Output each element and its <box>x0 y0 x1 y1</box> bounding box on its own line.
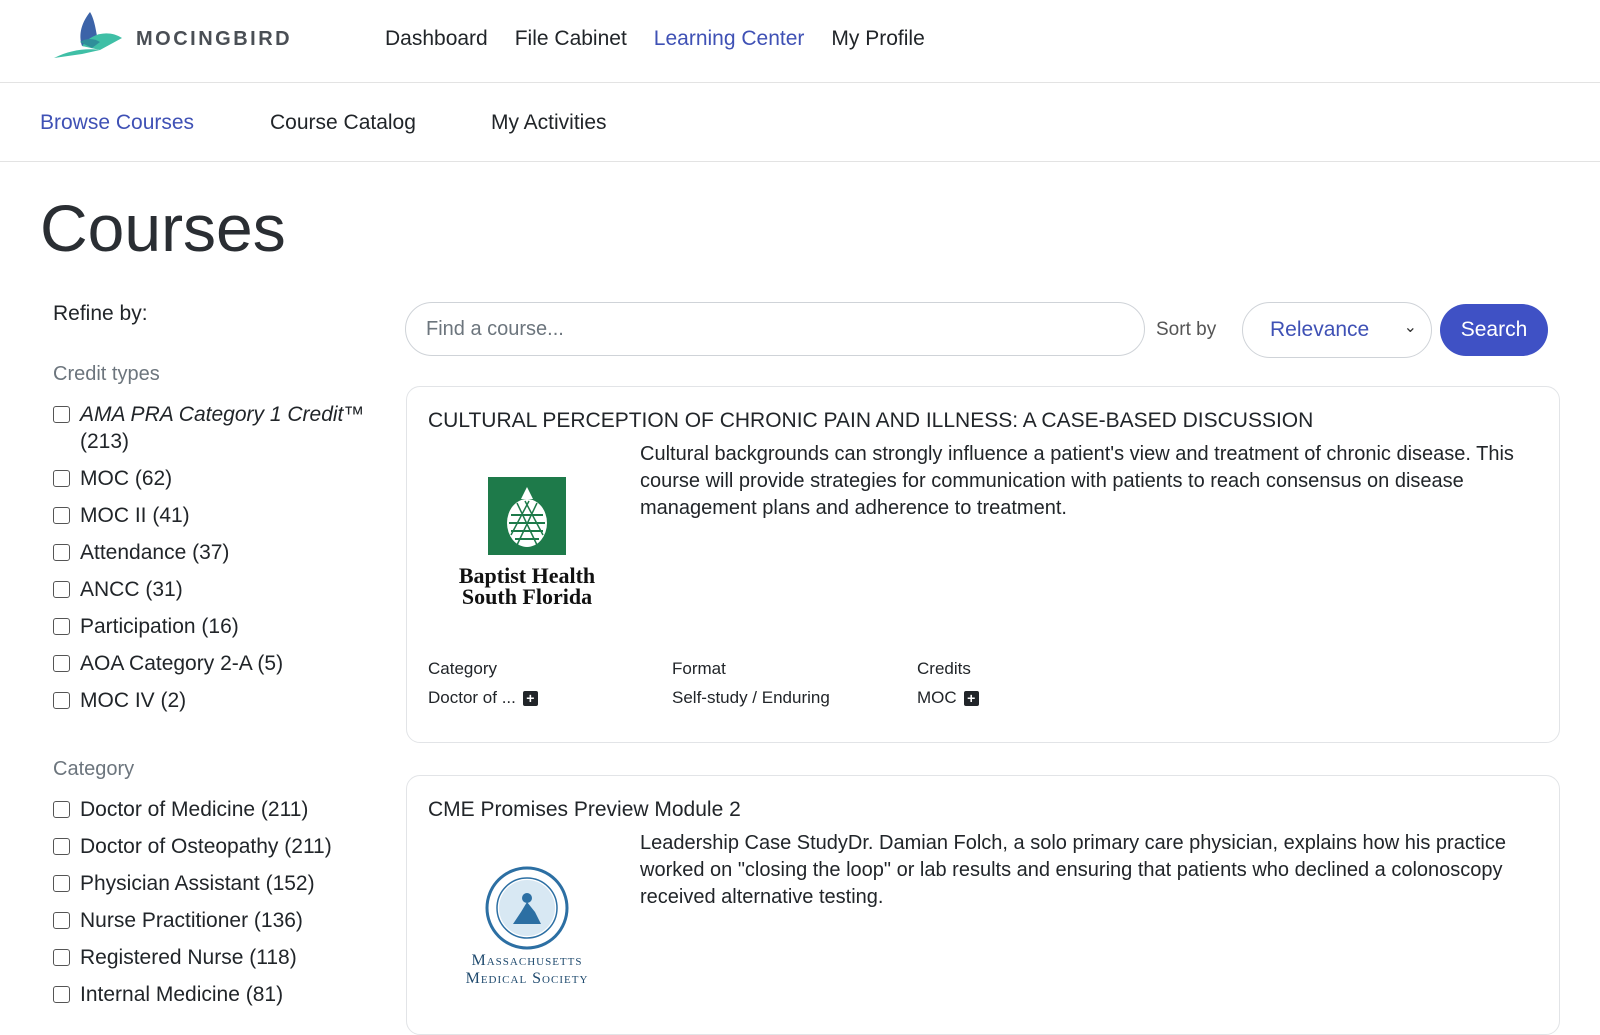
massachusetts-medical-society-logo: Massachusetts Medical Society <box>437 864 617 1014</box>
filter-label: Registered Nurse (118) <box>80 946 297 969</box>
category-value: Doctor of ... <box>428 688 516 707</box>
checkbox[interactable] <box>53 986 70 1003</box>
baptist-health-logo: Baptist Health South Florida <box>437 477 617 627</box>
filter-doctor-of-medicine[interactable]: Doctor of Medicine (211) <box>53 796 383 823</box>
filter-label: Physician Assistant (152) <box>80 872 315 895</box>
course-title[interactable]: CME Promises Preview Module 2 <box>428 798 741 822</box>
checkbox[interactable] <box>53 655 70 672</box>
checkbox[interactable] <box>53 949 70 966</box>
meta-label: Category <box>428 659 497 678</box>
filter-ancc[interactable]: ANCC (31) <box>53 576 383 603</box>
checkbox[interactable] <box>53 544 70 561</box>
checkbox[interactable] <box>53 801 70 818</box>
checkbox[interactable] <box>53 507 70 524</box>
checkbox[interactable] <box>53 875 70 892</box>
course-description: Leadership Case StudyDr. Damian Folch, a… <box>640 832 1506 908</box>
meta-category: Category Doctor of ... + <box>428 659 538 708</box>
checkbox[interactable] <box>53 406 70 423</box>
meta-value: MOC + <box>917 688 979 708</box>
sub-nav: Browse Courses Course Catalog My Activit… <box>0 83 1600 162</box>
nav-my-profile[interactable]: My Profile <box>831 27 924 51</box>
logo-line: Medical Society <box>465 970 589 987</box>
meta-label: Format <box>672 659 726 678</box>
logo-line: South Florida <box>461 584 593 609</box>
nav-file-cabinet[interactable]: File Cabinet <box>515 27 627 51</box>
category-heading: Category <box>53 758 135 780</box>
filter-registered-nurse[interactable]: Registered Nurse (118) <box>53 944 383 971</box>
nav-learning-center[interactable]: Learning Center <box>654 27 805 51</box>
plus-icon[interactable]: + <box>963 690 979 706</box>
filter-moc[interactable]: MOC (62) <box>53 465 383 492</box>
filter-label: AMA PRA Category 1 Credit™ <box>80 403 365 426</box>
logo-text: Massachusetts Medical Society <box>437 952 617 988</box>
plus-icon[interactable]: + <box>522 690 538 706</box>
tab-browse-courses[interactable]: Browse Courses <box>40 111 194 135</box>
filter-moc-ii[interactable]: MOC II (41) <box>53 502 383 529</box>
filter-label: MOC IV (2) <box>80 689 187 712</box>
filter-attendance[interactable]: Attendance (37) <box>53 539 383 566</box>
filter-label: Doctor of Osteopathy (211) <box>80 835 332 858</box>
filter-label: AOA Category 2-A (5) <box>80 652 284 675</box>
mocingbird-logo[interactable]: MOCINGBIRD <box>52 8 312 62</box>
logo-line: Massachusetts <box>471 952 583 969</box>
sort-value: Relevance <box>1270 318 1370 341</box>
tab-my-activities[interactable]: My Activities <box>491 111 607 135</box>
chevron-down-icon: ⌄ <box>1403 319 1417 336</box>
credit-types-filter: AMA PRA Category 1 Credit™ (213) MOC (62)… <box>53 401 383 724</box>
filter-label: Participation (16) <box>80 615 239 638</box>
brand-name: MOCINGBIRD <box>136 28 293 50</box>
filter-label: ANCC (31) <box>80 578 183 601</box>
course-title[interactable]: CULTURAL PERCEPTION OF CHRONIC PAIN AND … <box>428 409 1313 433</box>
course-description: Cultural backgrounds can strongly influe… <box>640 443 1514 519</box>
filter-moc-iv[interactable]: MOC IV (2) <box>53 687 383 714</box>
main-nav: Dashboard File Cabinet Learning Center M… <box>385 27 952 51</box>
filter-count: (213) <box>80 430 130 453</box>
checkbox[interactable] <box>53 838 70 855</box>
top-header: MOCINGBIRD Dashboard File Cabinet Learni… <box>0 0 1600 83</box>
nav-dashboard[interactable]: Dashboard <box>385 27 488 51</box>
meta-format: Format Self-study / Enduring <box>672 659 830 708</box>
checkbox[interactable] <box>53 692 70 709</box>
bird-icon <box>54 12 122 58</box>
credit-types-heading: Credit types <box>53 363 160 385</box>
filter-label: MOC (62) <box>80 467 173 490</box>
course-card[interactable]: CULTURAL PERCEPTION OF CHRONIC PAIN AND … <box>406 386 1560 743</box>
meta-credits: Credits MOC + <box>917 659 979 708</box>
sort-select[interactable]: Relevance ⌄ <box>1242 302 1432 358</box>
filter-label: Attendance (37) <box>80 541 230 564</box>
meta-value: Doctor of ... + <box>428 688 538 708</box>
filter-participation[interactable]: Participation (16) <box>53 613 383 640</box>
credits-value: MOC <box>917 688 957 707</box>
meta-value: Self-study / Enduring <box>672 688 830 707</box>
tab-course-catalog[interactable]: Course Catalog <box>270 111 416 135</box>
filter-nurse-practitioner[interactable]: Nurse Practitioner (136) <box>53 907 383 934</box>
checkbox[interactable] <box>53 618 70 635</box>
filter-label: Internal Medicine (81) <box>80 983 284 1006</box>
filter-physician-assistant[interactable]: Physician Assistant (152) <box>53 870 383 897</box>
filter-ama-pra[interactable]: AMA PRA Category 1 Credit™ (213) <box>53 401 383 455</box>
search-input[interactable] <box>405 302 1145 356</box>
sort-by-label: Sort by <box>1156 319 1217 340</box>
logo-text: Baptist Health South Florida <box>437 565 617 609</box>
checkbox[interactable] <box>53 912 70 929</box>
category-filter: Doctor of Medicine (211) Doctor of Osteo… <box>53 796 383 1018</box>
meta-label: Credits <box>917 659 971 678</box>
pineapple-icon <box>488 477 566 555</box>
filter-doctor-of-osteopathy[interactable]: Doctor of Osteopathy (211) <box>53 833 383 860</box>
filter-label: Doctor of Medicine (211) <box>80 798 309 821</box>
filter-aoa-2a[interactable]: AOA Category 2-A (5) <box>53 650 383 677</box>
refine-label: Refine by: <box>53 302 148 325</box>
search-button[interactable]: Search <box>1440 304 1548 356</box>
seal-icon <box>485 866 569 950</box>
filter-label: MOC II (41) <box>80 504 190 527</box>
checkbox[interactable] <box>53 581 70 598</box>
course-card[interactable]: CME Promises Preview Module 2 Leadership… <box>406 775 1560 1035</box>
checkbox[interactable] <box>53 470 70 487</box>
filter-internal-medicine[interactable]: Internal Medicine (81) <box>53 981 383 1008</box>
page-title: Courses <box>40 191 286 265</box>
filter-label: Nurse Practitioner (136) <box>80 909 303 932</box>
